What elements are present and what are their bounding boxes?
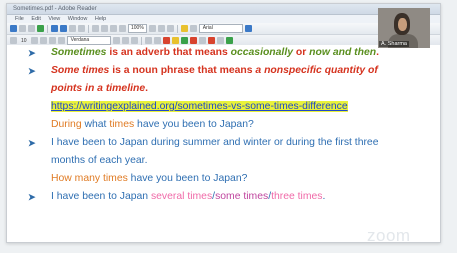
italic-icon[interactable] [39, 37, 47, 44]
text-color-icon[interactable] [144, 37, 152, 44]
rotate-icon[interactable] [166, 25, 174, 32]
toolbar-divider [140, 36, 142, 45]
fit-page-icon[interactable] [148, 25, 156, 32]
example-how-many-times: How many times have you been to Japan? [51, 173, 248, 184]
eraser-icon[interactable] [216, 37, 224, 44]
hand-tool-icon[interactable] [92, 25, 99, 32]
last-page-icon[interactable] [78, 25, 85, 32]
answer-several-times: I have been to Japan several times/some … [51, 191, 326, 202]
bold-icon[interactable] [30, 37, 38, 44]
bullet-icon: ➤ [28, 138, 36, 148]
definition-sometimes: Sometimes is an adverb that means occasi… [51, 47, 380, 58]
toolbar-divider [176, 24, 178, 33]
highlight-icon[interactable] [171, 37, 179, 44]
example-during-what-times: During what times have you been to Japan… [51, 119, 254, 130]
shape-icon[interactable] [189, 37, 197, 44]
menu-window[interactable]: Window [68, 16, 88, 22]
indent-icon[interactable] [121, 37, 129, 44]
style-icon[interactable] [10, 37, 17, 44]
main-toolbar: 100% Arial [7, 23, 440, 35]
toolbar-divider [47, 24, 48, 33]
zoom-level-field[interactable]: 100% [128, 24, 147, 33]
font-name-field[interactable]: Arial [198, 24, 243, 33]
attach-icon[interactable] [189, 25, 197, 32]
zoom-out-icon[interactable] [110, 25, 117, 32]
email-icon[interactable] [37, 25, 44, 32]
window-title: Sometimes.pdf - Adobe Reader [13, 6, 97, 12]
bullet-icon: ➤ [28, 192, 36, 202]
menu-file[interactable]: File [15, 16, 24, 22]
bullet-icon: ➤ [28, 66, 36, 76]
stamp-icon[interactable] [180, 37, 188, 44]
participant-video-thumbnail[interactable]: A. Sharma [378, 8, 430, 48]
select-tool-icon[interactable] [101, 25, 108, 32]
draw-icon[interactable] [207, 37, 215, 44]
window-titlebar: Sometimes.pdf - Adobe Reader [7, 4, 440, 15]
bullet-icon: ➤ [28, 48, 36, 58]
comment-icon[interactable] [180, 25, 188, 32]
align-icon[interactable] [57, 37, 65, 44]
pen-icon[interactable] [153, 37, 161, 44]
participant-face [398, 18, 407, 31]
answer-summer-winter-continued: months of each year. [51, 155, 148, 166]
fit-width-icon[interactable] [157, 25, 165, 32]
save-icon[interactable] [19, 25, 26, 32]
menu-view[interactable]: View [48, 16, 60, 22]
list-icon[interactable] [112, 37, 120, 44]
line-icon[interactable] [198, 37, 206, 44]
menu-bar: File Edit View Window Help [7, 15, 440, 23]
source-link[interactable]: https://writingexplained.org/sometimes-v… [51, 101, 348, 112]
zoom-watermark: zoom [367, 226, 411, 245]
font-family-field[interactable]: Verdana [66, 36, 111, 45]
print-icon[interactable] [28, 25, 35, 32]
answer-summer-winter: I have been to Japan during summer and w… [51, 137, 379, 148]
marker-icon[interactable] [225, 37, 233, 44]
document-page: ➤ Sometimes is an adverb that means occa… [7, 45, 440, 242]
outdent-icon[interactable] [130, 37, 138, 44]
menu-help[interactable]: Help [95, 16, 106, 22]
next-page-icon[interactable] [60, 25, 67, 32]
participant-name-label: A. Sharma [379, 41, 409, 47]
open-icon[interactable] [10, 25, 17, 32]
definition-some-times-continued: points in a timeline. [51, 83, 148, 94]
first-page-icon[interactable] [69, 25, 76, 32]
toolbar-divider [88, 24, 89, 33]
delete-icon[interactable] [162, 37, 170, 44]
underline-icon[interactable] [48, 37, 56, 44]
search-icon[interactable] [244, 25, 252, 32]
font-size-field[interactable]: 10 [19, 38, 29, 44]
previous-page-icon[interactable] [51, 25, 58, 32]
definition-some-times: Some times is a noun phrase that means a… [51, 65, 378, 76]
pdf-reader-window: Sometimes.pdf - Adobe Reader File Edit V… [6, 3, 441, 243]
zoom-in-icon[interactable] [119, 25, 126, 32]
menu-edit[interactable]: Edit [31, 16, 40, 22]
